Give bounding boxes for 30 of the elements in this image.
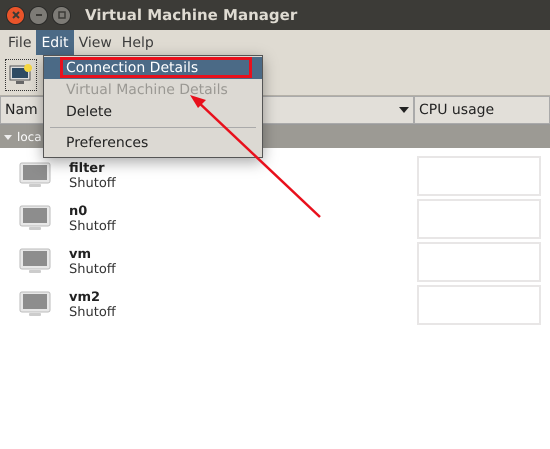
vm-status: Shutoff — [69, 262, 117, 276]
menu-title[interactable]: Help — [116, 30, 159, 55]
minimize-icon — [34, 11, 42, 19]
group-label: loca — [17, 130, 42, 144]
minimize-button[interactable] — [29, 6, 48, 24]
vm-status: Shutoff — [69, 218, 117, 234]
vm-name: n0 — [69, 204, 88, 218]
menu-title[interactable]: Edit — [36, 30, 74, 55]
dropdown-icon — [399, 107, 409, 113]
window-title: Virtual Machine Manager — [85, 6, 298, 24]
maximize-button[interactable] — [52, 6, 71, 24]
expander-icon[interactable] — [4, 132, 12, 140]
vm-status: Shutoff — [69, 304, 117, 320]
column-header[interactable]: CPU usage — [414, 96, 550, 124]
monitor-icon — [19, 291, 51, 318]
vm-name: filter — [69, 160, 106, 176]
vm-name: vm2 — [69, 290, 102, 304]
monitor-icon — [19, 248, 51, 275]
menu-item[interactable]: Delete — [44, 101, 262, 123]
menu-title[interactable]: File — [3, 30, 36, 55]
monitor-icon — [19, 205, 51, 232]
close-icon — [12, 11, 20, 19]
vm-status: Shutoff — [69, 176, 117, 190]
new-vm-button[interactable] — [5, 59, 37, 91]
menu-title[interactable]: View — [74, 30, 117, 55]
menu-item[interactable]: Connection Details — [44, 57, 262, 79]
monitor-icon — [19, 162, 51, 189]
close-button[interactable] — [6, 6, 25, 24]
maximize-icon — [58, 11, 66, 19]
vm-name: vm — [69, 246, 92, 262]
